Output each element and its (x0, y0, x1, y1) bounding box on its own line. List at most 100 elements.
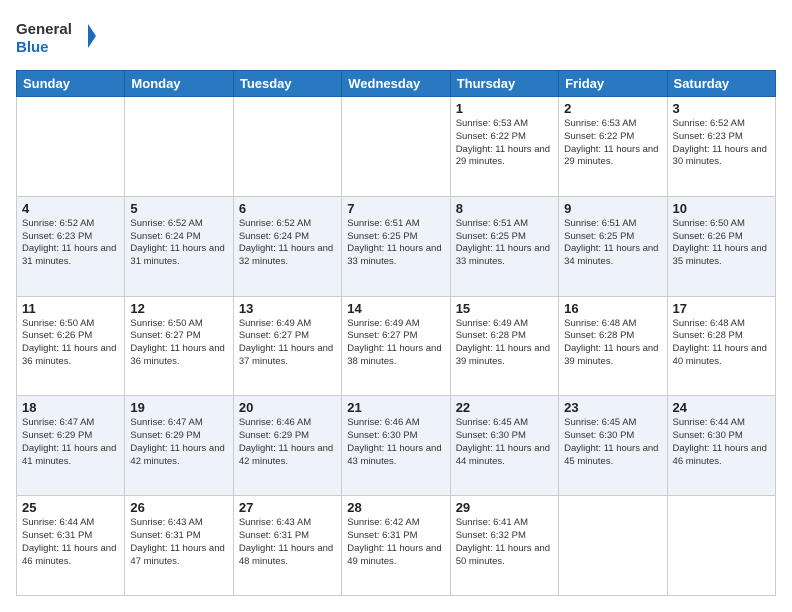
day-info: Sunrise: 6:50 AM Sunset: 6:27 PM Dayligh… (130, 318, 227, 369)
day-cell-4-4: 29 Sunrise: 6:41 AM Sunset: 6:32 PM Dayli… (450, 496, 558, 596)
day-info: Sunrise: 6:46 AM Sunset: 6:29 PM Dayligh… (239, 417, 336, 468)
day-cell-1-4: 8 Sunrise: 6:51 AM Sunset: 6:25 PM Daylig… (450, 196, 558, 296)
day-number: 13 (239, 301, 336, 316)
day-cell-3-1: 19Sunrise: 6:47 AM Sunset: 6:29 PM Dayli… (125, 396, 233, 496)
header-wednesday: Wednesday (342, 71, 450, 97)
day-info: Sunrise: 6:53 AM Sunset: 6:22 PM Dayligh… (564, 118, 661, 169)
svg-text:Blue: Blue (16, 39, 49, 56)
day-cell-2-2: 13 Sunrise: 6:49 AM Sunset: 6:27 PM Dayli… (233, 296, 341, 396)
header-tuesday: Tuesday (233, 71, 341, 97)
day-cell-2-1: 12 Sunrise: 6:50 AM Sunset: 6:27 PM Dayli… (125, 296, 233, 396)
day-info: Sunrise: 6:42 AM Sunset: 6:31 PM Dayligh… (347, 517, 444, 568)
day-number: 8 (456, 201, 553, 216)
day-number: 23 (564, 400, 661, 415)
day-cell-4-5 (559, 496, 667, 596)
day-cell-4-0: 25 Sunrise: 6:44 AM Sunset: 6:31 PM Dayli… (17, 496, 125, 596)
day-number: 29 (456, 500, 553, 515)
svg-text:General: General (16, 21, 72, 38)
day-cell-2-0: 11 Sunrise: 6:50 AM Sunset: 6:26 PM Dayli… (17, 296, 125, 396)
day-cell-4-3: 28Sunrise: 6:42 AM Sunset: 6:31 PM Dayli… (342, 496, 450, 596)
day-cell-3-2: 20 Sunrise: 6:46 AM Sunset: 6:29 PM Dayli… (233, 396, 341, 496)
day-info: Sunrise: 6:48 AM Sunset: 6:28 PM Dayligh… (673, 318, 770, 369)
day-info: Sunrise: 6:49 AM Sunset: 6:27 PM Dayligh… (239, 318, 336, 369)
day-cell-0-1 (125, 97, 233, 197)
day-info: Sunrise: 6:49 AM Sunset: 6:28 PM Dayligh… (456, 318, 553, 369)
logo-icon: General Blue (16, 16, 96, 60)
day-number: 16 (564, 301, 661, 316)
day-info: Sunrise: 6:49 AM Sunset: 6:27 PM Dayligh… (347, 318, 444, 369)
day-info: Sunrise: 6:44 AM Sunset: 6:31 PM Dayligh… (22, 517, 119, 568)
day-info: Sunrise: 6:50 AM Sunset: 6:26 PM Dayligh… (22, 318, 119, 369)
day-number: 9 (564, 201, 661, 216)
day-number: 19 (130, 400, 227, 415)
header-sunday: Sunday (17, 71, 125, 97)
day-cell-1-3: 7 Sunrise: 6:51 AM Sunset: 6:25 PM Daylig… (342, 196, 450, 296)
header-monday: Monday (125, 71, 233, 97)
day-number: 24 (673, 400, 770, 415)
day-number: 15 (456, 301, 553, 316)
week-row-5: 25 Sunrise: 6:44 AM Sunset: 6:31 PM Dayli… (17, 496, 776, 596)
day-info: Sunrise: 6:51 AM Sunset: 6:25 PM Dayligh… (564, 218, 661, 269)
day-cell-1-0: 4 Sunrise: 6:52 AM Sunset: 6:23 PM Daylig… (17, 196, 125, 296)
day-number: 1 (456, 101, 553, 116)
day-cell-3-3: 21 Sunrise: 6:46 AM Sunset: 6:30 PM Dayli… (342, 396, 450, 496)
day-cell-1-5: 9 Sunrise: 6:51 AM Sunset: 6:25 PM Daylig… (559, 196, 667, 296)
day-info: Sunrise: 6:52 AM Sunset: 6:24 PM Dayligh… (239, 218, 336, 269)
day-number: 6 (239, 201, 336, 216)
day-info: Sunrise: 6:43 AM Sunset: 6:31 PM Dayligh… (239, 517, 336, 568)
day-info: Sunrise: 6:48 AM Sunset: 6:28 PM Dayligh… (564, 318, 661, 369)
day-number: 2 (564, 101, 661, 116)
page: General Blue SundayMondayTuesdayWednesda… (0, 0, 792, 612)
day-cell-2-4: 15 Sunrise: 6:49 AM Sunset: 6:28 PM Dayli… (450, 296, 558, 396)
day-info: Sunrise: 6:52 AM Sunset: 6:23 PM Dayligh… (22, 218, 119, 269)
day-cell-2-3: 14 Sunrise: 6:49 AM Sunset: 6:27 PM Dayli… (342, 296, 450, 396)
calendar-header-row: SundayMondayTuesdayWednesdayThursdayFrid… (17, 71, 776, 97)
day-cell-3-5: 23 Sunrise: 6:45 AM Sunset: 6:30 PM Dayli… (559, 396, 667, 496)
day-info: Sunrise: 6:51 AM Sunset: 6:25 PM Dayligh… (347, 218, 444, 269)
day-number: 14 (347, 301, 444, 316)
day-number: 20 (239, 400, 336, 415)
day-info: Sunrise: 6:45 AM Sunset: 6:30 PM Dayligh… (564, 417, 661, 468)
day-cell-4-1: 26 Sunrise: 6:43 AM Sunset: 6:31 PM Dayli… (125, 496, 233, 596)
day-cell-0-4: 1 Sunrise: 6:53 AM Sunset: 6:22 PM Daylig… (450, 97, 558, 197)
day-number: 26 (130, 500, 227, 515)
day-cell-4-6 (667, 496, 775, 596)
logo: General Blue (16, 16, 96, 60)
day-number: 7 (347, 201, 444, 216)
day-number: 11 (22, 301, 119, 316)
day-number: 27 (239, 500, 336, 515)
day-cell-4-2: 27 Sunrise: 6:43 AM Sunset: 6:31 PM Dayli… (233, 496, 341, 596)
day-info: Sunrise: 6:41 AM Sunset: 6:32 PM Dayligh… (456, 517, 553, 568)
day-number: 21 (347, 400, 444, 415)
day-number: 4 (22, 201, 119, 216)
day-info: Sunrise: 6:52 AM Sunset: 6:24 PM Dayligh… (130, 218, 227, 269)
calendar-table: SundayMondayTuesdayWednesdayThursdayFrid… (16, 70, 776, 596)
day-info: Sunrise: 6:43 AM Sunset: 6:31 PM Dayligh… (130, 517, 227, 568)
header-friday: Friday (559, 71, 667, 97)
day-info: Sunrise: 6:53 AM Sunset: 6:22 PM Dayligh… (456, 118, 553, 169)
day-cell-0-0 (17, 97, 125, 197)
day-number: 18 (22, 400, 119, 415)
week-row-4: 18 Sunrise: 6:47 AM Sunset: 6:29 PM Dayli… (17, 396, 776, 496)
header-saturday: Saturday (667, 71, 775, 97)
day-info: Sunrise: 6:44 AM Sunset: 6:30 PM Dayligh… (673, 417, 770, 468)
day-number: 17 (673, 301, 770, 316)
day-number: 5 (130, 201, 227, 216)
day-info: Sunrise: 6:47 AM Sunset: 6:29 PM Dayligh… (22, 417, 119, 468)
day-cell-0-6: 3Sunrise: 6:52 AM Sunset: 6:23 PM Daylig… (667, 97, 775, 197)
day-cell-0-2 (233, 97, 341, 197)
day-info: Sunrise: 6:51 AM Sunset: 6:25 PM Dayligh… (456, 218, 553, 269)
week-row-3: 11 Sunrise: 6:50 AM Sunset: 6:26 PM Dayli… (17, 296, 776, 396)
day-info: Sunrise: 6:52 AM Sunset: 6:23 PM Dayligh… (673, 118, 770, 169)
day-number: 25 (22, 500, 119, 515)
day-cell-3-4: 22Sunrise: 6:45 AM Sunset: 6:30 PM Dayli… (450, 396, 558, 496)
day-number: 12 (130, 301, 227, 316)
day-info: Sunrise: 6:46 AM Sunset: 6:30 PM Dayligh… (347, 417, 444, 468)
day-cell-3-0: 18 Sunrise: 6:47 AM Sunset: 6:29 PM Dayli… (17, 396, 125, 496)
week-row-2: 4 Sunrise: 6:52 AM Sunset: 6:23 PM Daylig… (17, 196, 776, 296)
day-cell-2-6: 17 Sunrise: 6:48 AM Sunset: 6:28 PM Dayli… (667, 296, 775, 396)
header-thursday: Thursday (450, 71, 558, 97)
day-info: Sunrise: 6:50 AM Sunset: 6:26 PM Dayligh… (673, 218, 770, 269)
day-cell-1-2: 6 Sunrise: 6:52 AM Sunset: 6:24 PM Daylig… (233, 196, 341, 296)
header: General Blue (16, 16, 776, 60)
